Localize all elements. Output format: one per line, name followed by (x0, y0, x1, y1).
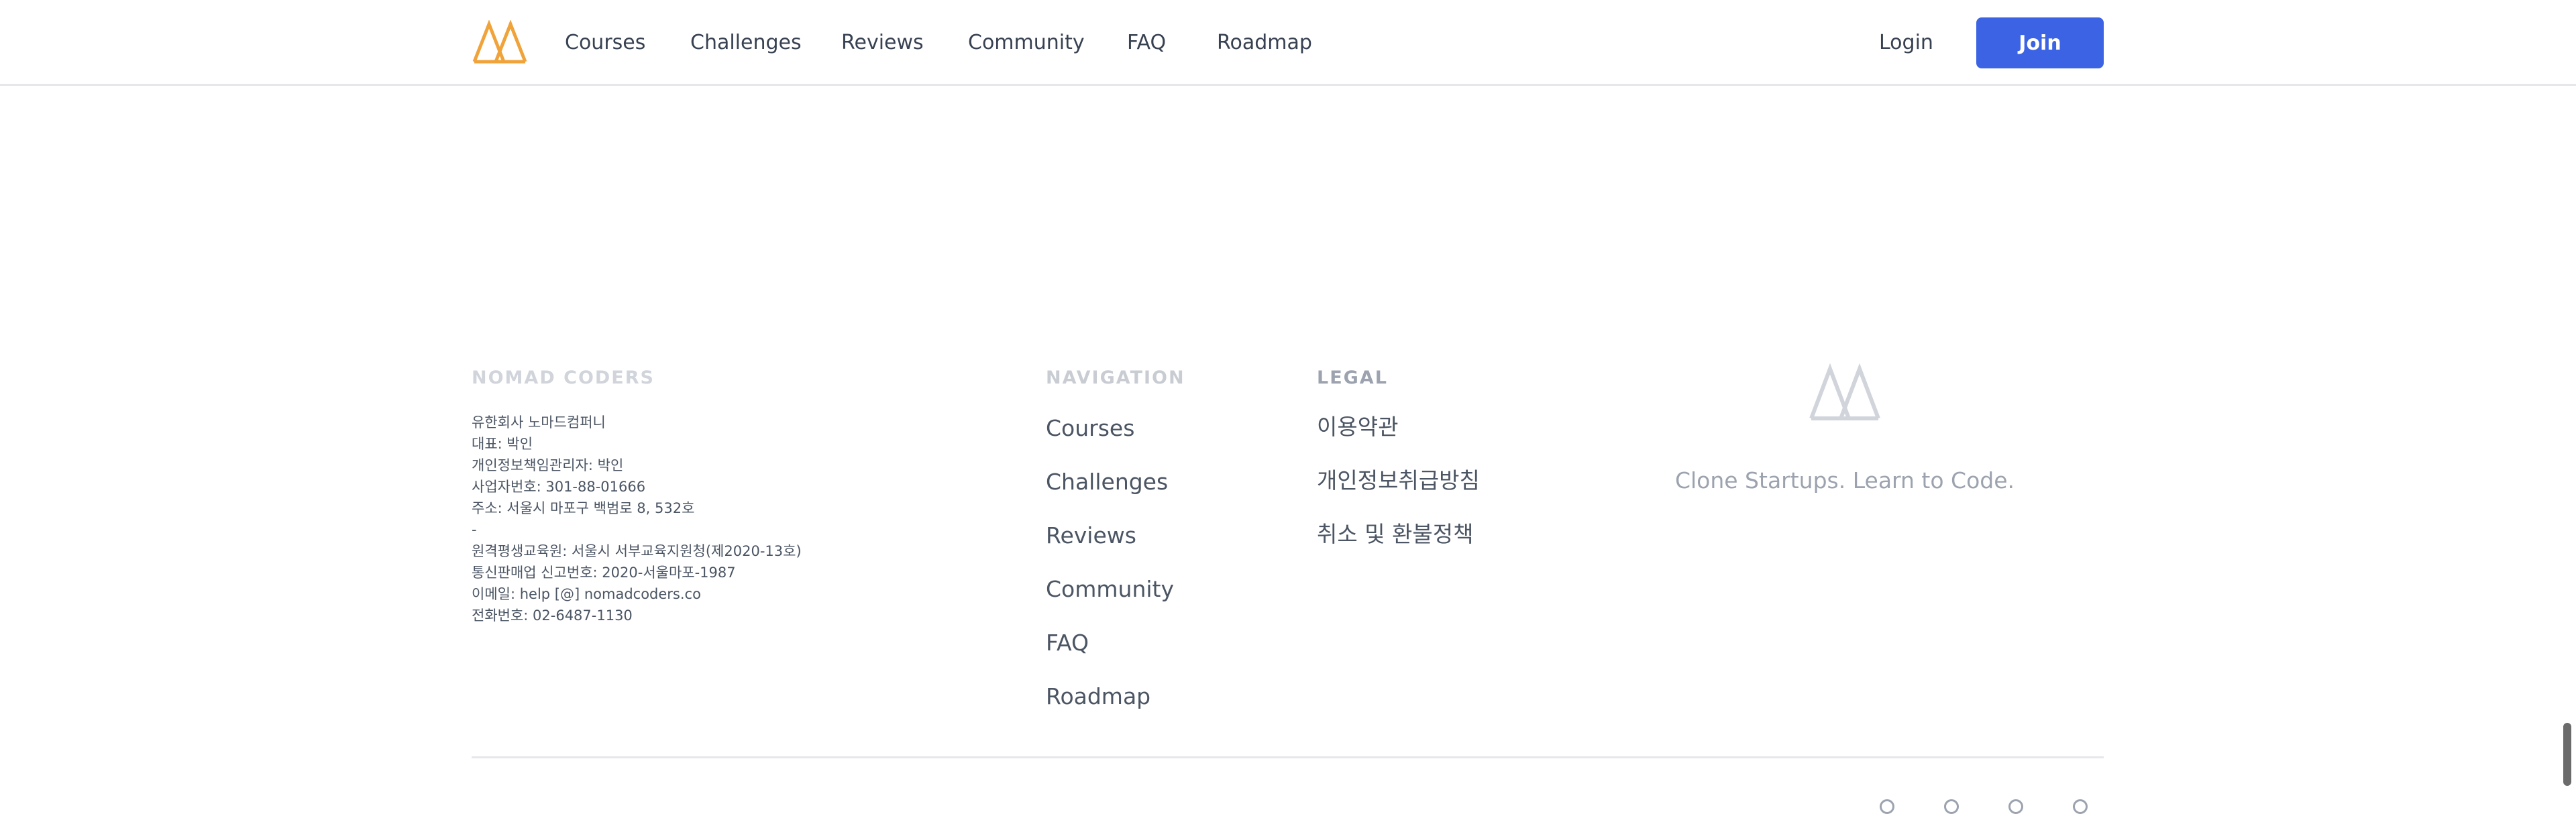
company-info-line: - (472, 522, 477, 538)
social-icon[interactable] (2008, 799, 2023, 814)
nav-faq[interactable]: FAQ (1127, 30, 1166, 56)
company-info-line: 주소: 서울시 마포구 백범로 8, 532호 (472, 500, 695, 516)
footer-link-courses[interactable]: Courses (1046, 414, 1134, 443)
nav-roadmap[interactable]: Roadmap (1217, 30, 1312, 56)
nav-challenges[interactable]: Challenges (690, 30, 802, 56)
footer-link-community[interactable]: Community (1046, 575, 1174, 603)
company-info-line: 대표: 박인 (472, 436, 533, 452)
social-icon[interactable] (1880, 799, 1894, 814)
footer-company-heading: NOMAD CODERS (472, 367, 655, 388)
company-info-line: 이메일: help [@] nomadcoders.co (472, 586, 701, 602)
footer-link-refund[interactable]: 취소 및 환불정책 (1317, 520, 1474, 548)
company-info-line: 통신판매업 신고번호: 2020-서울마포-1987 (472, 565, 736, 581)
footer-link-faq[interactable]: FAQ (1046, 629, 1089, 657)
company-info-line: 개인정보책임관리자: 박인 (472, 457, 624, 473)
company-info-line: 유한회사 노마드컴퍼니 (472, 414, 606, 430)
join-button[interactable]: Join (1976, 17, 2104, 68)
footer-divider (472, 756, 2104, 758)
social-icon[interactable] (2073, 799, 2088, 814)
login-link[interactable]: Login (1879, 30, 1933, 56)
footer-link-reviews[interactable]: Reviews (1046, 522, 1136, 550)
company-info-line: 원격평생교육원: 서울시 서부교육지원청(제2020-13호) (472, 543, 802, 559)
social-icon[interactable] (1944, 799, 1959, 814)
footer-link-challenges[interactable]: Challenges (1046, 468, 1168, 496)
nomad-logo-icon (1809, 363, 1880, 420)
footer-legal-heading: LEGAL (1317, 367, 1388, 388)
nomad-logo-icon[interactable] (472, 20, 528, 64)
scrollbar-thumb[interactable] (2563, 723, 2571, 786)
footer-link-privacy[interactable]: 개인정보취급방침 (1317, 467, 1480, 495)
company-info-line: 전화번호: 02-6487-1130 (472, 607, 633, 624)
footer-link-terms[interactable]: 이용약관 (1317, 413, 1398, 441)
footer-navigation-heading: NAVIGATION (1046, 367, 1185, 388)
nav-reviews[interactable]: Reviews (841, 30, 924, 56)
top-navbar: Courses Challenges Reviews Community FAQ… (0, 0, 2576, 86)
footer-tagline: Clone Startups. Learn to Code. (1674, 467, 2015, 493)
company-info: 유한회사 노마드컴퍼니 대표: 박인 개인정보책임관리자: 박인 사업자번호: … (472, 412, 802, 626)
footer-link-roadmap[interactable]: Roadmap (1046, 683, 1150, 711)
nav-community[interactable]: Community (968, 30, 1085, 56)
nav-courses[interactable]: Courses (565, 30, 645, 56)
company-info-line: 사업자번호: 301-88-01666 (472, 479, 646, 495)
